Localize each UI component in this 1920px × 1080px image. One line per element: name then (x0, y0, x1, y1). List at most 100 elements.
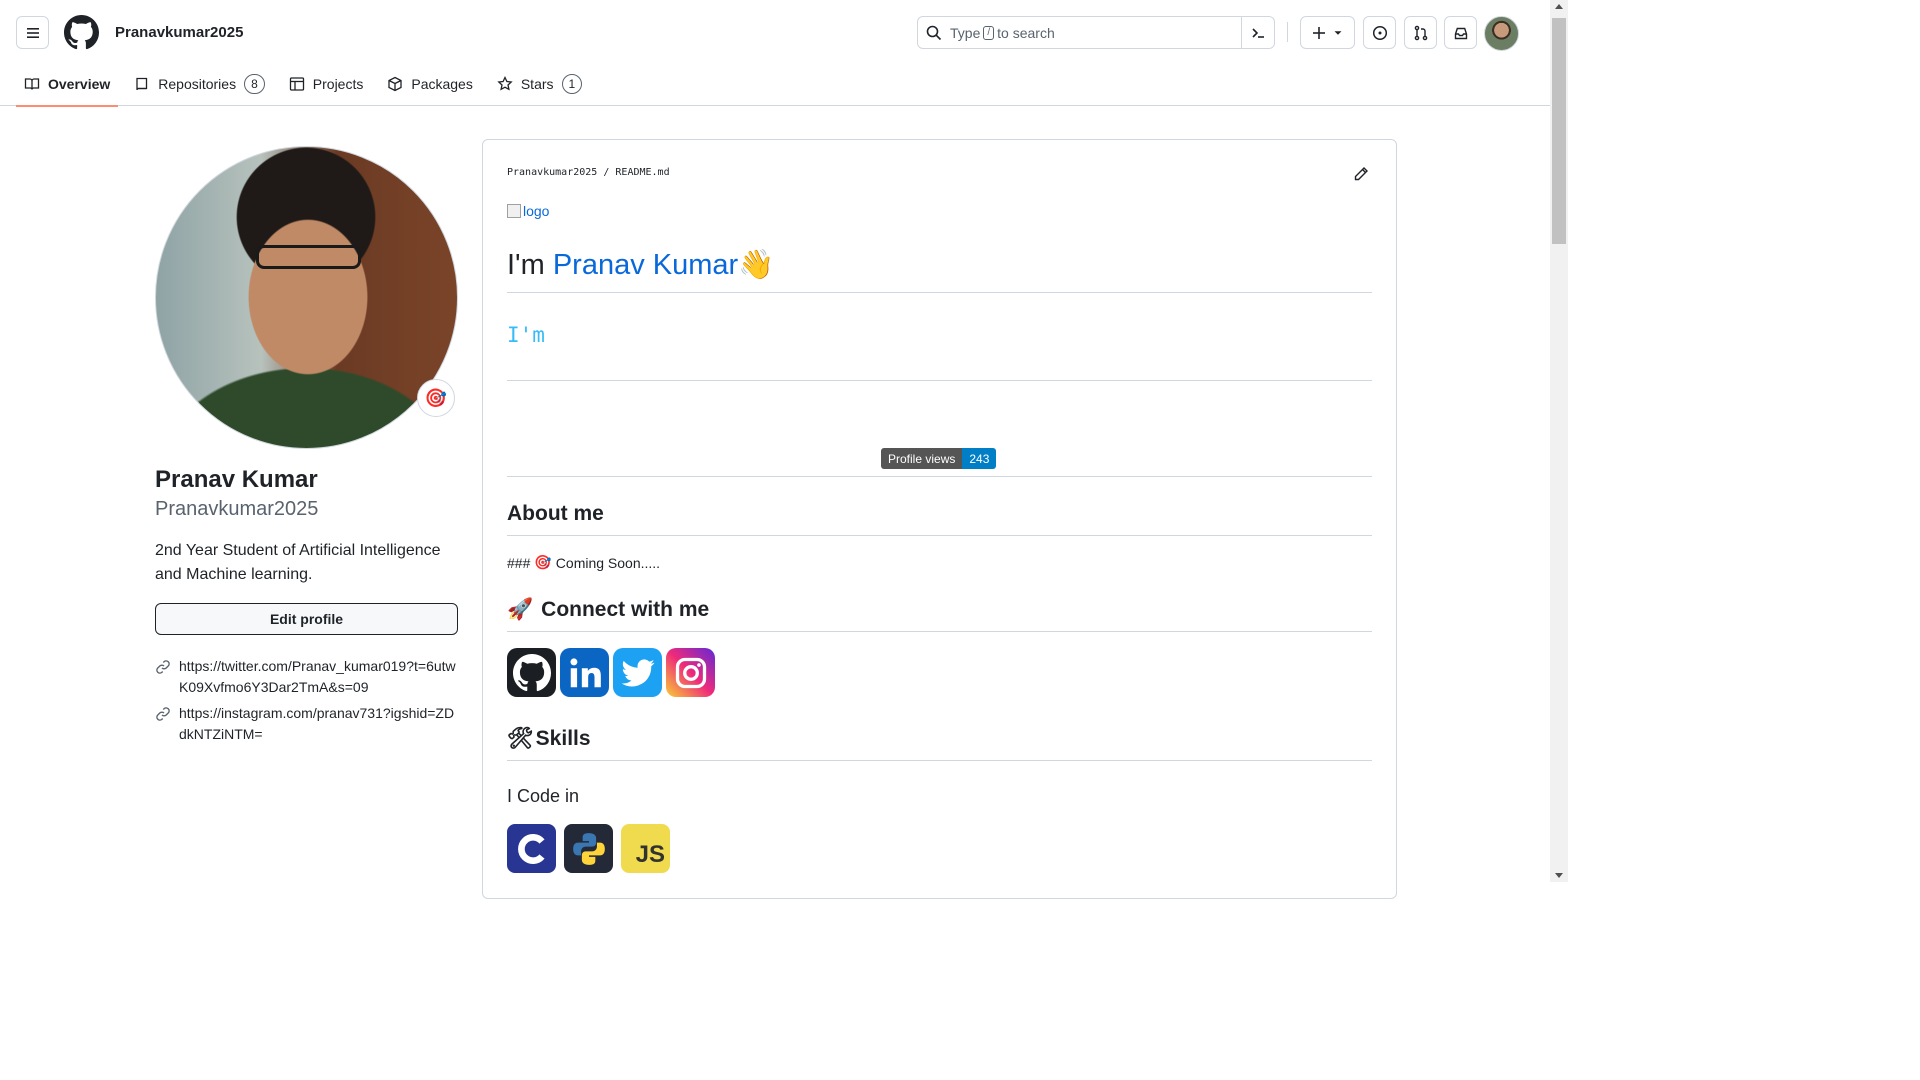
avatar-glasses (256, 245, 361, 269)
command-palette-button[interactable] (1241, 17, 1274, 48)
user-avatar[interactable] (1484, 16, 1519, 51)
search-placeholder-pre: Type (950, 24, 981, 41)
edit-profile-button[interactable]: Edit profile (155, 603, 458, 635)
profile-bio: 2nd Year Student of Artificial Intellige… (155, 542, 441, 583)
issues-button[interactable] (1363, 16, 1396, 49)
dart-emoji: 🎯 (534, 554, 552, 570)
linkedin-icon[interactable] (560, 648, 609, 697)
about-text: ### 🎯 Coming Soon..... (507, 554, 660, 571)
create-new-button[interactable] (1300, 16, 1355, 49)
search-placeholder-post: to search (997, 24, 1055, 41)
section-divider (507, 760, 1372, 761)
readme-path-user[interactable]: Pranavkumar2025 (507, 167, 597, 178)
hamburger-icon (26, 27, 39, 38)
pencil-icon[interactable] (1353, 166, 1369, 182)
repositories-count: 8 (244, 74, 265, 94)
c-icon (507, 824, 556, 873)
code-in-heading: I Code in (507, 786, 579, 807)
search-placeholder: Type / to search (950, 25, 1055, 41)
twitter-icon[interactable] (613, 648, 662, 697)
status-emoji: 🎯 (424, 387, 448, 408)
inbox-button[interactable] (1444, 16, 1477, 49)
star-icon (497, 76, 513, 91)
logo-image-broken[interactable]: logo (507, 203, 549, 219)
about-heading-text: About me (507, 502, 604, 525)
js-label: JS (635, 841, 665, 868)
broken-image-icon (507, 204, 521, 218)
app-header: Pranavkumar2025 Type / to search Overvie… (0, 0, 1550, 107)
link-icon (156, 707, 170, 721)
pull-requests-button[interactable] (1404, 16, 1437, 49)
profile-login: Pranavkumar2025 (155, 498, 319, 520)
profile-views-label: Profile views (881, 448, 963, 469)
skills-heading: 🛠 Skills (507, 727, 591, 751)
profile-views-badge: Profile views 243 (881, 448, 997, 469)
scrollbar-thumb[interactable] (1552, 18, 1566, 244)
stars-count: 1 (561, 74, 583, 94)
scroll-down-arrow-icon[interactable] (1555, 873, 1563, 878)
search-shortcut-key: / (983, 25, 995, 40)
search-input[interactable]: Type / to search (917, 16, 1275, 49)
tab-overview-label: Overview (48, 76, 111, 92)
status-badge[interactable]: 🎯 (417, 379, 455, 417)
about-heading: About me (507, 502, 604, 526)
tab-packages-label: Packages (411, 76, 473, 92)
book-icon (24, 78, 40, 90)
instagram-icon[interactable] (666, 648, 715, 697)
python-icon (564, 824, 613, 873)
inbox-icon (1454, 27, 1467, 39)
tab-stars[interactable]: Stars 1 (489, 62, 590, 106)
connect-heading-text: Connect with me (541, 598, 710, 621)
header-divider (1287, 22, 1288, 42)
plus-icon (1312, 26, 1325, 39)
readme-path-separator: / (603, 167, 610, 178)
scroll-up-arrow-icon[interactable] (1555, 4, 1563, 9)
profile-tabs: Overview Repositories 8 Projects Package… (16, 62, 598, 107)
search-icon (926, 25, 942, 40)
connect-heading: 🚀 Connect with me (507, 598, 709, 622)
section-divider (507, 535, 1372, 536)
tab-repositories[interactable]: Repositories 8 (126, 62, 273, 106)
header-username[interactable]: Pranavkumar2025 (115, 24, 243, 41)
tab-stars-label: Stars (520, 76, 554, 92)
tools-emoji: 🛠 (507, 727, 534, 750)
chevron-down-icon (1334, 30, 1341, 35)
code-in-heading-text: I Code in (507, 786, 580, 806)
section-divider (507, 380, 1372, 381)
readme-card: Pranavkumar2025 / README.md logo I'm Pra… (482, 139, 1397, 899)
readme-heading: I'm Pranav Kumar👋 (507, 248, 774, 282)
logo-alt-text: logo (523, 203, 550, 219)
skills-heading-text: Skills (535, 727, 591, 750)
repo-icon (136, 77, 148, 91)
table-icon (289, 77, 304, 91)
issue-opened-icon (1372, 25, 1387, 40)
readme-path: Pranavkumar2025 / README.md (507, 167, 670, 178)
profile-full-name: Pranav Kumar (155, 466, 318, 493)
javascript-icon: JS (621, 824, 670, 873)
about-text-body: Coming Soon..... (555, 554, 661, 571)
profile-link-twitter[interactable]: https://twitter.com/Pranav_kumar019?t=6u… (155, 656, 458, 698)
github-logo-icon[interactable] (64, 15, 99, 50)
page-scrollbar[interactable] (1550, 0, 1568, 882)
heading-divider (507, 292, 1372, 293)
menu-button[interactable] (16, 16, 49, 49)
git-pull-request-icon (1414, 25, 1427, 40)
profile-avatar[interactable] (155, 146, 458, 449)
section-divider (507, 631, 1372, 632)
tab-overview[interactable]: Overview (16, 62, 119, 107)
tab-projects[interactable]: Projects (281, 62, 372, 106)
readme-path-file[interactable]: README.md (615, 167, 669, 178)
tab-packages[interactable]: Packages (379, 62, 480, 106)
profile-link-instagram[interactable]: https://instagram.com/pranav731?igshid=Z… (155, 703, 458, 745)
profile-views-count: 243 (962, 448, 997, 469)
wave-emoji: 👋 (738, 249, 775, 281)
profile-link-twitter-text[interactable]: https://twitter.com/Pranav_kumar019?t=6u… (179, 656, 458, 698)
link-icon (156, 660, 170, 674)
readme-heading-name: Pranav Kumar (552, 249, 739, 281)
typing-svg-text: I'm (507, 323, 545, 347)
about-text-prefix: ### (507, 554, 531, 571)
tab-projects-label: Projects (312, 76, 364, 92)
profile-link-instagram-text[interactable]: https://instagram.com/pranav731?igshid=Z… (179, 703, 458, 745)
github-icon[interactable] (507, 648, 556, 697)
section-divider (507, 476, 1372, 477)
